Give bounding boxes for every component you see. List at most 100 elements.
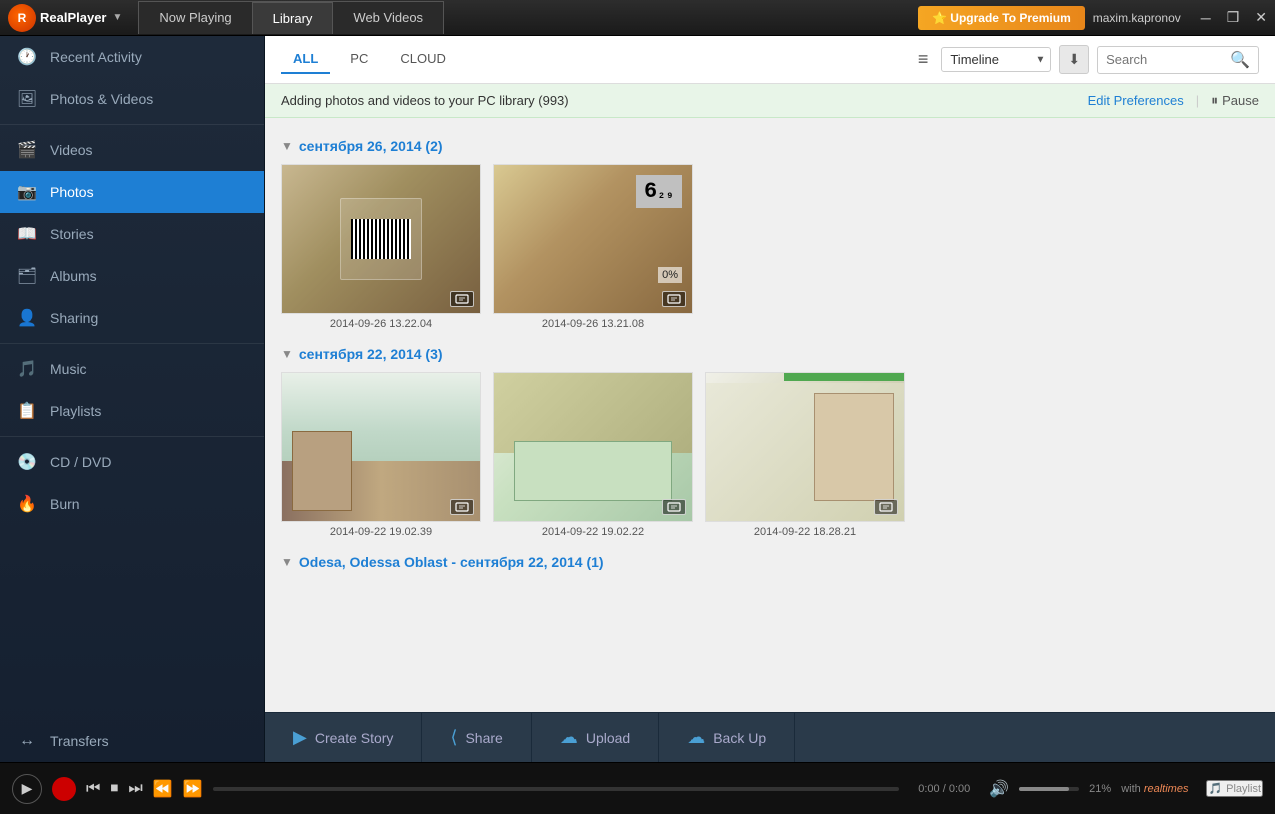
share-button[interactable]: ⟨ Share — [422, 713, 531, 762]
photo-item-p3[interactable]: 2014-09-22 19.02.39 — [281, 372, 481, 538]
photo-item-p1[interactable]: 2014-09-26 13.22.04 — [281, 164, 481, 330]
sidebar-divider-1 — [0, 124, 264, 125]
photo-grid-sep22: 2014-09-22 19.02.39 2014-09-22 19.02.22 — [281, 372, 1259, 538]
volume-icon[interactable]: 🔊 — [989, 779, 1009, 799]
record-button[interactable] — [52, 777, 76, 801]
tab-bar: Now Playing Library Web Videos — [138, 1, 918, 34]
collapse-arrow-sep22: ▼ — [281, 347, 293, 361]
photos-icon: 📷 — [16, 181, 38, 203]
pause-icon: ⏸ — [1211, 92, 1218, 109]
next-button[interactable]: ⏭ — [128, 780, 142, 798]
photo-item-p5[interactable]: 2014-09-22 18.28.21 — [705, 372, 905, 538]
content-area: ALL PC CLOUD ≡ Timeline ▼ ⬇ 🔍 Adding pho… — [265, 36, 1275, 762]
playlist-button[interactable]: 🎵 Playlist — [1206, 780, 1263, 797]
prev-button[interactable]: ⏮ — [86, 780, 100, 798]
titlebar: R RealPlayer ▼ Now Playing Library Web V… — [0, 0, 1275, 36]
photo-label-p4: 2014-09-22 19.02.22 — [542, 526, 644, 538]
sharing-icon: 👤 — [16, 307, 38, 329]
view-tab-all[interactable]: ALL — [281, 45, 330, 74]
sidebar-item-albums[interactable]: 🗂 Albums — [0, 255, 264, 297]
stop-button[interactable]: ⏹ — [110, 780, 118, 798]
search-input[interactable] — [1106, 52, 1226, 67]
backup-label: Back Up — [713, 730, 766, 746]
tab-web-videos[interactable]: Web Videos — [333, 1, 444, 34]
sidebar-item-music[interactable]: 🎵 Music — [0, 348, 264, 390]
create-story-icon: ▶ — [293, 727, 307, 748]
view-tab-cloud[interactable]: CLOUD — [388, 45, 458, 74]
search-icon[interactable]: 🔍 — [1230, 50, 1250, 70]
app-dropdown-arrow[interactable]: ▼ — [113, 12, 123, 23]
minimize-button[interactable]: ─ — [1193, 6, 1219, 30]
section-title-sep22: сентября 22, 2014 (3) — [299, 346, 443, 362]
maximize-button[interactable]: ❒ — [1219, 5, 1248, 30]
videos-icon: 🎬 — [16, 139, 38, 161]
section-odessa[interactable]: ▼ Odesa, Odessa Oblast - сентября 22, 20… — [281, 554, 1259, 570]
sidebar-item-sharing[interactable]: 👤 Sharing — [0, 297, 264, 339]
photo-label-p1: 2014-09-26 13.22.04 — [330, 318, 432, 330]
share-icon: ⟨ — [450, 727, 457, 748]
photo-type-icon-p1 — [450, 291, 474, 307]
sidebar-item-playlists[interactable]: 📋 Playlists — [0, 390, 264, 432]
sidebar-item-videos[interactable]: 🎬 Videos — [0, 129, 264, 171]
photo-thumb-p4[interactable] — [493, 372, 693, 522]
grid-menu-button[interactable]: ≡ — [913, 44, 934, 75]
photo-thumb-p3[interactable] — [281, 372, 481, 522]
progress-track[interactable] — [213, 787, 900, 791]
volume-track[interactable] — [1019, 787, 1079, 791]
backup-button[interactable]: ☁ Back Up — [659, 713, 795, 762]
sidebar-label-recent-activity: Recent Activity — [50, 49, 142, 65]
photos-videos-icon: 🖼 — [16, 88, 38, 110]
app-name: RealPlayer — [40, 10, 107, 25]
edit-preferences-link[interactable]: Edit Preferences — [1088, 93, 1184, 108]
section-sep26[interactable]: ▼ сентября 26, 2014 (2) — [281, 138, 1259, 154]
cd-dvd-icon: 💿 — [16, 451, 38, 473]
section-title-sep26: сентября 26, 2014 (2) — [299, 138, 443, 154]
sidebar-item-recent-activity[interactable]: 🕐 Recent Activity — [0, 36, 264, 78]
sidebar-item-transfers[interactable]: ↔ Transfers — [0, 720, 264, 762]
photo-thumb-p5[interactable] — [705, 372, 905, 522]
fast-forward-button[interactable]: ⏩ — [183, 779, 203, 799]
section-sep22[interactable]: ▼ сентября 22, 2014 (3) — [281, 346, 1259, 362]
photo-type-icon-p2 — [662, 291, 686, 307]
photo-type-icon-p3 — [450, 499, 474, 515]
photo-item-p4[interactable]: 2014-09-22 19.02.22 — [493, 372, 693, 538]
rewind-button[interactable]: ⏪ — [153, 779, 173, 799]
sidebar-label-cd-dvd: CD / DVD — [50, 454, 111, 470]
view-tab-pc[interactable]: PC — [338, 45, 380, 74]
play-button[interactable]: ▶ — [12, 774, 42, 804]
playlist-icon: 🎵 — [1208, 782, 1222, 795]
tab-now-playing[interactable]: Now Playing — [138, 1, 252, 34]
photo-item-p2[interactable]: 6₂₉ 0% 2014-09-26 13.21.08 — [493, 164, 693, 330]
volume-percentage: 21% — [1089, 783, 1111, 795]
pause-label: Pause — [1222, 93, 1259, 108]
sidebar-label-albums: Albums — [50, 268, 97, 284]
photo-label-p3: 2014-09-22 19.02.39 — [330, 526, 432, 538]
photo-thumb-p1[interactable] — [281, 164, 481, 314]
albums-icon: 🗂 — [16, 265, 38, 287]
close-button[interactable]: ✕ — [1247, 5, 1275, 30]
stories-icon: 📖 — [16, 223, 38, 245]
download-button[interactable]: ⬇ — [1059, 45, 1089, 74]
music-icon: 🎵 — [16, 358, 38, 380]
sidebar-item-cd-dvd[interactable]: 💿 CD / DVD — [0, 441, 264, 483]
upload-button[interactable]: ☁ Upload — [532, 713, 659, 762]
sidebar-item-photos[interactable]: 📷 Photos — [0, 171, 264, 213]
playlist-label: Playlist — [1226, 783, 1261, 795]
sidebar-divider-2 — [0, 343, 264, 344]
pause-button[interactable]: ⏸ Pause — [1211, 92, 1259, 109]
sidebar-label-sharing: Sharing — [50, 310, 98, 326]
tab-library[interactable]: Library — [253, 1, 334, 34]
sidebar-item-burn[interactable]: 🔥 Burn — [0, 483, 264, 525]
sidebar-item-photos-videos[interactable]: 🖼 Photos & Videos — [0, 78, 264, 120]
banner-separator: | — [1196, 93, 1199, 108]
search-box: 🔍 — [1097, 46, 1259, 74]
photo-thumb-p2[interactable]: 6₂₉ 0% — [493, 164, 693, 314]
timeline-select[interactable]: Timeline — [941, 47, 1051, 72]
playlists-icon: 📋 — [16, 400, 38, 422]
create-story-button[interactable]: ▶ Create Story — [265, 713, 422, 762]
upgrade-premium-button[interactable]: ⭐ Upgrade To Premium — [918, 6, 1085, 30]
import-banner: Adding photos and videos to your PC libr… — [265, 84, 1275, 118]
photo-area[interactable]: ▼ сентября 26, 2014 (2) — [265, 118, 1275, 712]
sidebar-item-stories[interactable]: 📖 Stories — [0, 213, 264, 255]
app-logo: R — [8, 4, 36, 32]
